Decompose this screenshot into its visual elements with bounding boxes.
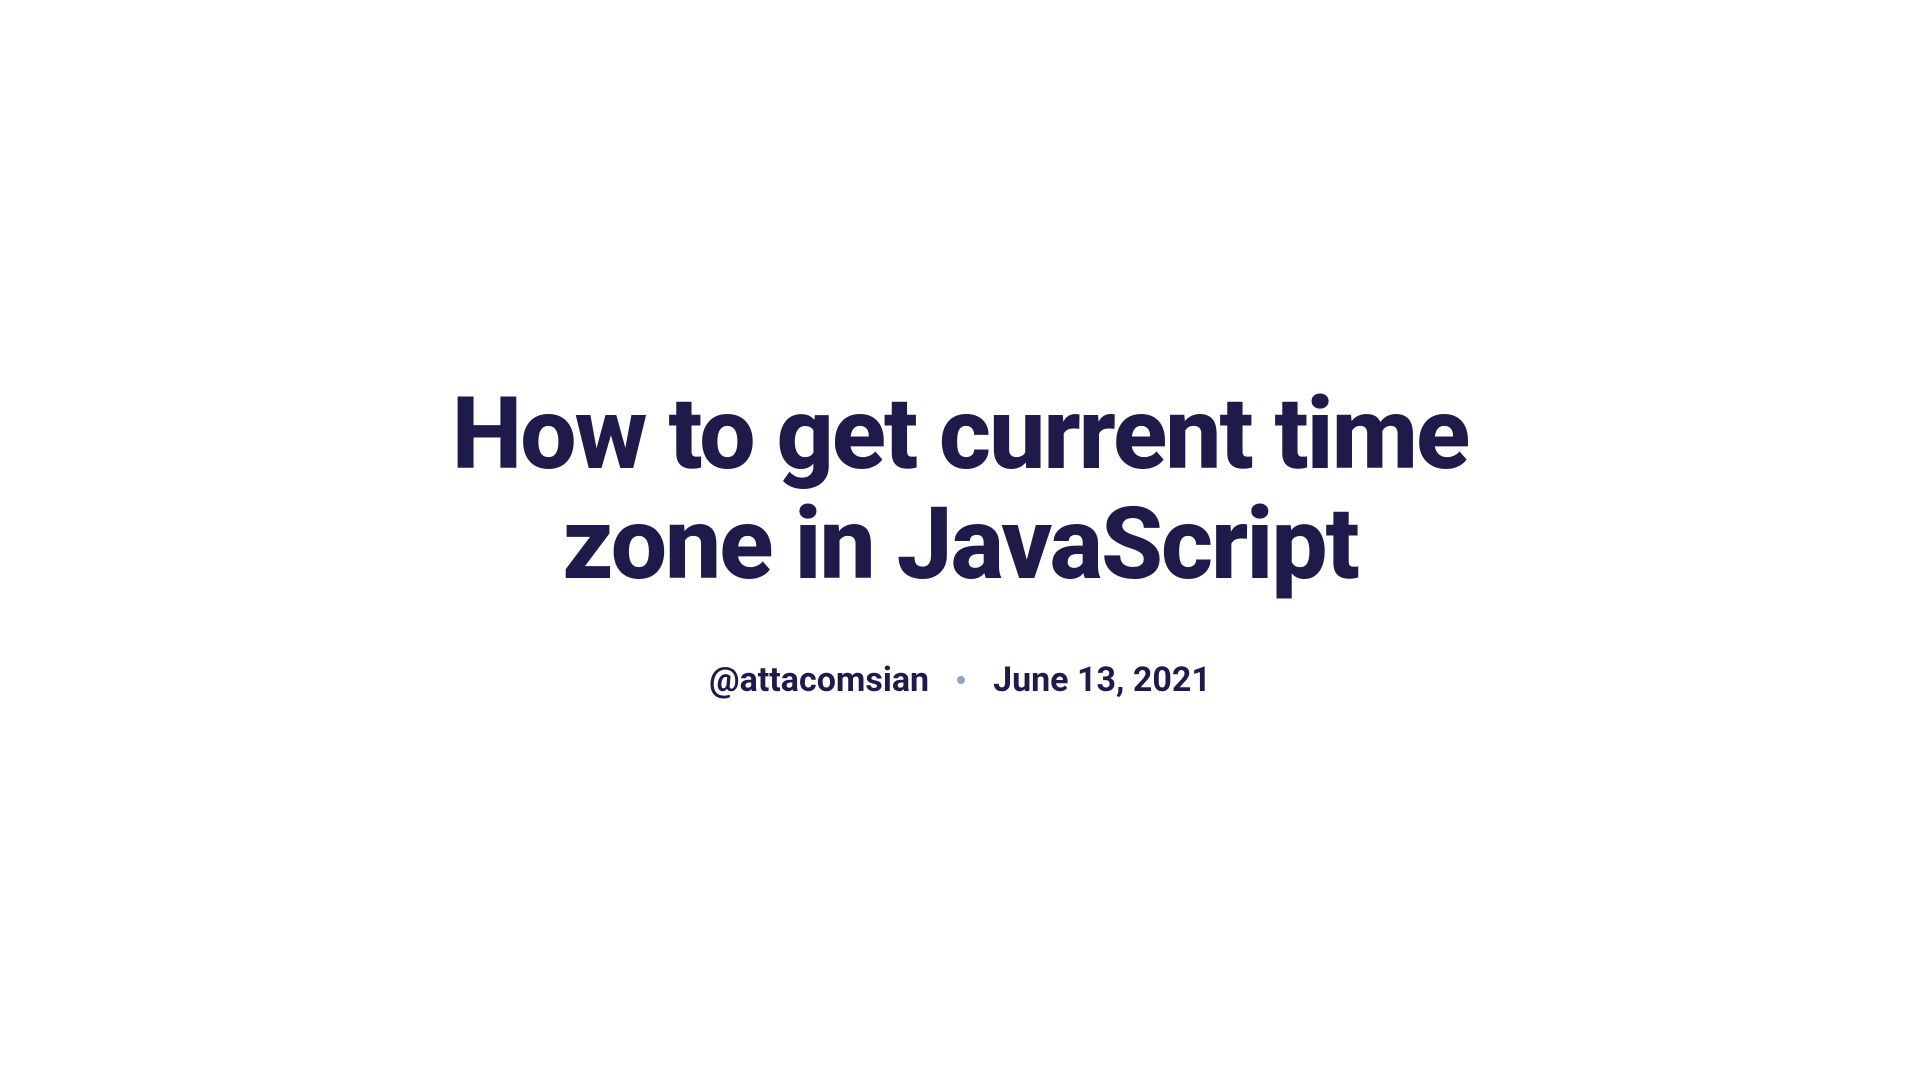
article-date: June 13, 2021 — [993, 660, 1211, 700]
article-meta: @attacomsian June 13, 2021 — [410, 660, 1510, 700]
separator-dot — [957, 676, 965, 684]
article-title: How to get current time zone in JavaScri… — [410, 380, 1510, 600]
article-author: @attacomsian — [709, 660, 929, 700]
article-header: How to get current time zone in JavaScri… — [410, 380, 1510, 700]
